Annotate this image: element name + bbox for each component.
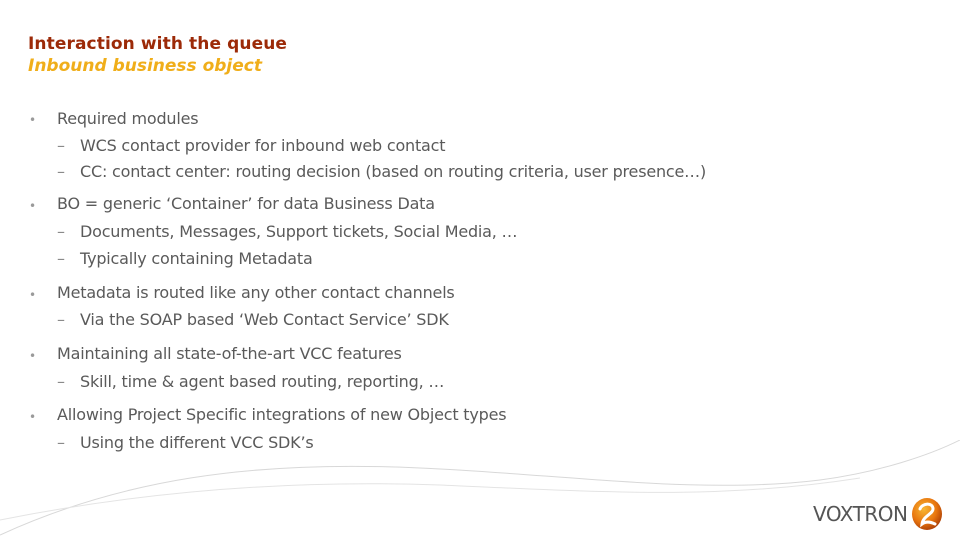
dash-icon: – bbox=[57, 222, 65, 241]
dash-icon: – bbox=[57, 136, 65, 155]
bullet-item: Maintaining all state-of-the-art VCC fea… bbox=[57, 344, 402, 363]
bullet-icon: • bbox=[29, 113, 37, 127]
bullet-item: Required modules bbox=[57, 109, 199, 128]
voxtron-swirl-icon bbox=[912, 498, 943, 530]
dash-icon: – bbox=[57, 310, 65, 329]
bullet-icon: • bbox=[29, 410, 37, 424]
logo-text: VOXTRON bbox=[813, 502, 908, 526]
bullet-icon: • bbox=[29, 199, 37, 213]
voxtron-logo: VOXTRON bbox=[813, 497, 943, 531]
sub-bullet-item: CC: contact center: routing decision (ba… bbox=[80, 162, 707, 181]
dash-icon: – bbox=[57, 162, 65, 181]
bullet-icon: • bbox=[29, 288, 37, 302]
dash-icon: – bbox=[57, 372, 65, 391]
sub-bullet-item: Via the SOAP based ‘Web Contact Service’… bbox=[80, 310, 449, 329]
bullet-item: Metadata is routed like any other contac… bbox=[57, 283, 455, 302]
sub-bullet-item: Documents, Messages, Support tickets, So… bbox=[80, 222, 518, 241]
bullet-item: Allowing Project Specific integrations o… bbox=[57, 405, 507, 424]
sub-bullet-item: WCS contact provider for inbound web con… bbox=[80, 136, 446, 155]
dash-icon: – bbox=[57, 249, 65, 268]
bullet-item: BO = generic ‘Container’ for data Busine… bbox=[57, 194, 435, 213]
sub-bullet-item: Skill, time & agent based routing, repor… bbox=[80, 372, 445, 391]
sub-bullet-item: Typically containing Metadata bbox=[80, 249, 313, 268]
bullet-icon: • bbox=[29, 349, 37, 363]
